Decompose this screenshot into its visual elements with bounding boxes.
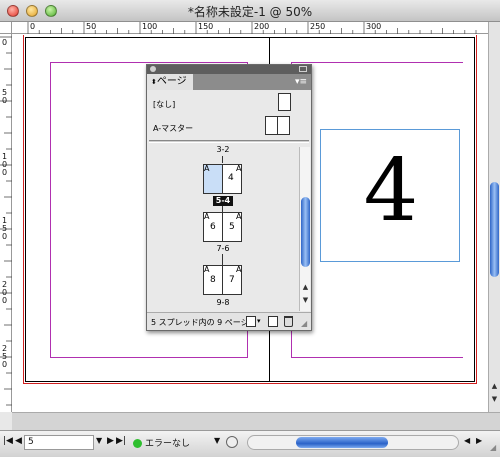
horizontal-gray-strip xyxy=(12,412,500,430)
spread-connector xyxy=(222,156,223,163)
panel-menu-icon[interactable]: ▾≡ xyxy=(293,76,309,88)
master-letter: A xyxy=(236,212,242,221)
none-master-row[interactable]: [なし] xyxy=(147,93,311,117)
master-letter: A xyxy=(236,265,242,274)
page-dropdown-icon[interactable]: ▼ xyxy=(96,436,102,445)
next-page-icon[interactable]: ▶ xyxy=(107,436,114,446)
vertical-scrollbar[interactable]: ▲ ▼ xyxy=(488,22,500,412)
preflight-status-text[interactable]: エラーなし xyxy=(145,436,190,449)
trash-icon[interactable] xyxy=(284,316,293,327)
master-letter: A xyxy=(204,212,210,221)
page-number: 5 xyxy=(229,222,235,232)
preflight-options-icon[interactable] xyxy=(226,436,238,448)
resize-grip-icon[interactable]: ◢ xyxy=(301,319,307,328)
panel-collapse-icon[interactable] xyxy=(299,66,307,72)
horizontal-scroll-thumb[interactable] xyxy=(296,437,388,448)
ruler-label: 200 xyxy=(254,22,270,31)
spread-label: 7-6 xyxy=(216,244,230,253)
pages-panel-footer: 5 スプレッド内の 9 ページ ▾ ◢ xyxy=(147,312,311,330)
spread-5-4[interactable]: A A 4 xyxy=(203,164,243,194)
preflight-dropdown-icon[interactable]: ▼ xyxy=(214,436,220,445)
page-number: 7 xyxy=(229,275,235,285)
panel-header[interactable] xyxy=(147,65,311,74)
ruler-label: 50 xyxy=(86,22,97,31)
vertical-ruler[interactable]: 0 5 0 1 0 0 1 5 0 2 0 0 2 5 0 xyxy=(0,34,12,412)
scroll-left-arrow[interactable]: ◀ xyxy=(464,436,470,445)
page-number: 8 xyxy=(210,275,216,285)
tab-pages-label: ページ xyxy=(156,76,187,87)
tab-pages[interactable]: ⬍ページ xyxy=(147,74,193,90)
ruler-label: 0 xyxy=(2,296,8,305)
first-page-icon[interactable]: |◀ xyxy=(3,436,13,446)
horizontal-scrollbar[interactable] xyxy=(247,435,459,450)
ruler-label: 300 xyxy=(366,22,382,31)
previous-page-icon[interactable]: ◀ xyxy=(15,436,22,446)
big-page-number: 4 xyxy=(363,141,419,241)
pages-panel: ⬍ページ ▾≡ [なし] A-マスター 3-2 A A 4 5-4 A A 6 … xyxy=(146,64,312,331)
spread-label: 5-4 xyxy=(215,196,231,205)
spread-7-6[interactable]: A A 6 5 xyxy=(203,212,243,242)
ruler-label: 150 xyxy=(198,22,214,31)
spread-label: 9-8 xyxy=(216,298,230,307)
ruler-label: 250 xyxy=(310,22,326,31)
page-list: 3-2 A A 4 5-4 A A 6 5 7-6 A A 8 7 9-8 xyxy=(147,143,299,312)
spread-9-8[interactable]: A A 8 7 xyxy=(203,265,243,295)
spread-connector xyxy=(222,254,223,265)
a-master-right-thumbnail[interactable] xyxy=(277,116,290,135)
preflight-status-icon xyxy=(133,439,142,448)
master-letter: A xyxy=(204,265,210,274)
scroll-right-arrow[interactable]: ▶ xyxy=(476,436,482,445)
new-page-icon[interactable] xyxy=(268,316,278,327)
selected-spread-label: 5-4 xyxy=(213,196,233,206)
a-master-label: A-マスター xyxy=(153,124,194,133)
scroll-down-arrow[interactable]: ▼ xyxy=(490,395,499,407)
none-master-thumbnail[interactable] xyxy=(278,93,291,111)
master-letter: A xyxy=(204,164,210,173)
pages-panel-scroll-thumb[interactable] xyxy=(301,197,310,267)
horizontal-ruler[interactable]: 0 50 100 150 200 250 300 xyxy=(12,22,488,34)
text-frame[interactable]: 4 xyxy=(320,129,460,262)
ruler-label: 100 xyxy=(142,22,158,31)
scroll-up-arrow[interactable]: ▲ xyxy=(301,283,310,295)
status-bar: |◀ ◀ 5 ▼ ▶ ▶| エラーなし ▼ ◀ ▶ ◢ xyxy=(0,430,500,457)
scroll-down-arrow[interactable]: ▼ xyxy=(301,296,310,308)
window-title: *名称未設定-1 @ 50% xyxy=(187,5,313,19)
last-page-icon[interactable]: ▶| xyxy=(116,436,126,446)
ruler-label: 0 xyxy=(2,96,8,105)
title-bar: *名称未設定-1 @ 50% xyxy=(0,0,500,22)
a-master-row[interactable]: A-マスター xyxy=(147,116,311,140)
ruler-label: 0 xyxy=(30,22,36,31)
page-number: 6 xyxy=(210,222,216,232)
none-master-label: [なし] xyxy=(153,100,176,109)
scroll-up-arrow[interactable]: ▲ xyxy=(490,382,499,394)
ruler-origin[interactable] xyxy=(0,22,12,34)
page-size-dropdown-icon[interactable]: ▾ xyxy=(257,317,261,325)
ruler-label: 0 xyxy=(2,232,8,241)
horizontal-ruler-ticks xyxy=(27,22,477,34)
pages-panel-scrollbar[interactable]: ▲ ▼ xyxy=(299,147,310,311)
spread-label: 3-2 xyxy=(216,145,230,154)
panel-close-icon[interactable] xyxy=(150,66,156,72)
window-resize-grip-icon[interactable]: ◢ xyxy=(490,443,496,452)
vertical-scroll-thumb[interactable] xyxy=(490,182,499,277)
ruler-label: 0 xyxy=(2,38,8,47)
page-size-icon[interactable] xyxy=(246,316,256,327)
ruler-label: 0 xyxy=(2,168,8,177)
page-number: 4 xyxy=(228,173,234,183)
page-number-value: 5 xyxy=(28,437,34,447)
ruler-label: 0 xyxy=(2,360,8,369)
page-number-field[interactable]: 5 xyxy=(24,435,94,450)
page-count-text: 5 スプレッド内の 9 ページ xyxy=(151,318,249,327)
panel-tab-row: ⬍ページ ▾≡ xyxy=(147,74,311,90)
master-letter: A xyxy=(236,164,242,173)
